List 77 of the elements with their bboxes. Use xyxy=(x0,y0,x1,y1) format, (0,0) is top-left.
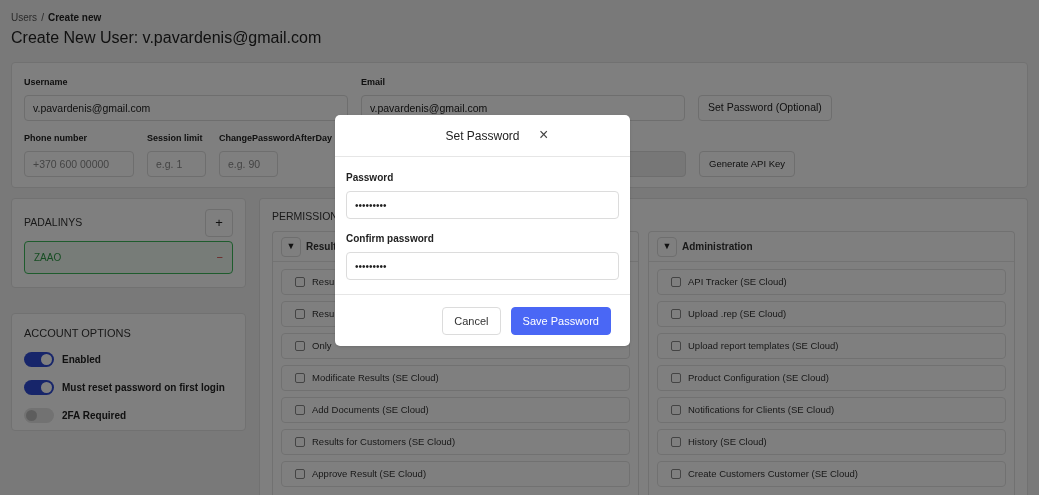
permission-row[interactable]: Product Configuration (SE Cloud) xyxy=(657,365,1006,391)
permission-label: Product Configuration (SE Cloud) xyxy=(688,370,829,385)
button[interactable]: Set Password (Optional) xyxy=(698,95,832,121)
permission-row[interactable]: Notifications for Clients (SE Cloud) xyxy=(657,397,1006,423)
add-button[interactable]: + xyxy=(205,209,233,237)
input-field[interactable]: +370 600 00000 xyxy=(24,151,134,177)
checkbox[interactable] xyxy=(295,469,305,479)
checkbox[interactable] xyxy=(671,405,681,415)
section-title: PADALINYS xyxy=(24,215,83,231)
field-label: Email xyxy=(361,76,385,89)
field-label: Username xyxy=(24,76,68,89)
department-name: ZAAO xyxy=(34,251,62,265)
checkbox[interactable] xyxy=(295,341,305,351)
checkbox[interactable] xyxy=(295,405,305,415)
permission-label: API Tracker (SE Cloud) xyxy=(688,274,787,289)
close-button[interactable]: × xyxy=(539,127,549,143)
field-label: ChangePasswordAfterDay xyxy=(219,132,333,145)
password-field[interactable]: ••••••••• xyxy=(346,191,619,219)
permission-row[interactable]: API Tracker (SE Cloud) xyxy=(657,269,1006,295)
toggle-switch[interactable] xyxy=(24,352,54,367)
permission-label: Upload .rep (SE Cloud) xyxy=(688,306,787,321)
permission-label: Resu xyxy=(312,274,335,289)
department-item[interactable]: ZAAO − xyxy=(24,241,233,274)
input-field[interactable]: v.pavardenis@gmail.com xyxy=(24,95,348,121)
permission-row[interactable]: Create Customers Customer (SE Cloud) xyxy=(657,461,1006,487)
toggle-label: 2FA Required xyxy=(62,409,127,423)
remove-button[interactable]: − xyxy=(216,249,223,266)
section-title: ACCOUNT OPTIONS xyxy=(24,326,132,341)
checkbox[interactable] xyxy=(295,309,305,319)
collapse-toggle[interactable]: ▼ xyxy=(657,236,677,257)
password-field[interactable]: ••••••••• xyxy=(346,252,619,280)
toggle-switch[interactable] xyxy=(24,408,54,423)
section-title: PERMISSION xyxy=(272,209,339,224)
button[interactable]: Generate API Key xyxy=(699,151,796,177)
permission-label: Results for Customers (SE Cloud) xyxy=(312,434,456,449)
cancel-button[interactable]: Cancel xyxy=(442,307,501,335)
collapse-toggle[interactable]: ▼ xyxy=(281,236,301,257)
permission-row[interactable]: Results for Customers (SE Cloud) xyxy=(281,429,630,455)
group-title: Administration xyxy=(682,240,753,254)
toggle-switch[interactable] xyxy=(24,380,54,395)
toggle-label: Enabled xyxy=(62,353,101,367)
toggle-label: Must reset password on first login xyxy=(62,381,225,395)
group-title: Result xyxy=(306,240,337,254)
checkbox[interactable] xyxy=(671,373,681,383)
breadcrumb-link[interactable]: Users xyxy=(11,11,38,24)
permission-row[interactable]: Add Documents (SE Cloud) xyxy=(281,397,630,423)
breadcrumb-separator: / xyxy=(41,11,44,24)
checkbox[interactable] xyxy=(671,309,681,319)
permission-label: Add Documents (SE Cloud) xyxy=(312,402,429,417)
checkbox[interactable] xyxy=(295,277,305,287)
checkbox[interactable] xyxy=(671,469,681,479)
dialog-title: Set Password xyxy=(445,127,520,145)
save-button[interactable]: Save Password xyxy=(510,307,611,335)
checkbox[interactable] xyxy=(295,373,305,383)
checkbox[interactable] xyxy=(295,437,305,447)
checkbox[interactable] xyxy=(671,437,681,447)
permission-label: Upload report templates (SE Cloud) xyxy=(688,338,839,353)
breadcrumb-current: Create new xyxy=(47,11,102,24)
permission-label: History (SE Cloud) xyxy=(688,434,767,449)
permission-label: Only xyxy=(312,338,332,353)
permission-label: Create Customers Customer (SE Cloud) xyxy=(688,466,858,481)
permission-label: Resu xyxy=(312,306,335,321)
permission-row[interactable]: Modificate Results (SE Cloud) xyxy=(281,365,630,391)
permission-label: Modificate Results (SE Cloud) xyxy=(312,370,439,385)
permission-row[interactable]: Approve Result (SE Cloud) xyxy=(281,461,630,487)
permission-label: Approve Result (SE Cloud) xyxy=(312,466,427,481)
field-label: Confirm password xyxy=(346,232,435,246)
checkbox[interactable] xyxy=(671,341,681,351)
permission-row[interactable]: Upload report templates (SE Cloud) xyxy=(657,333,1006,359)
field-label: Phone number xyxy=(24,132,87,145)
page-title: Create New User: v.pavardenis@gmail.com xyxy=(11,28,323,48)
permission-row[interactable]: History (SE Cloud) xyxy=(657,429,1006,455)
field-label: Password xyxy=(346,171,395,185)
permission-row[interactable]: Upload .rep (SE Cloud) xyxy=(657,301,1006,327)
permission-label: Notifications for Clients (SE Cloud) xyxy=(688,402,835,417)
checkbox[interactable] xyxy=(671,277,681,287)
field-label: Session limit xyxy=(147,132,203,145)
